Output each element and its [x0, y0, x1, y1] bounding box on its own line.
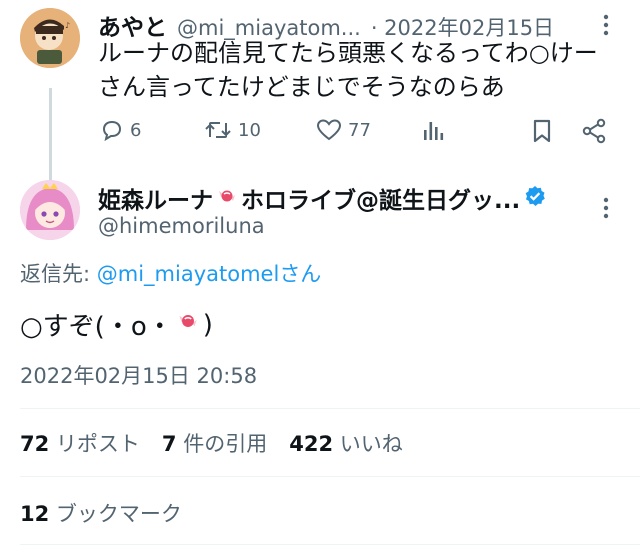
heart-icon — [316, 119, 342, 141]
reposts-label: リポスト — [55, 432, 140, 456]
reply-icon — [102, 120, 122, 142]
quotes-stat[interactable]: 7 件の引用 — [162, 428, 267, 458]
quotes-count: 7 — [161, 432, 177, 456]
main-display-name-part1[interactable]: 姫森ルーナ — [98, 181, 213, 215]
candy-emoji-icon — [175, 308, 201, 341]
main-display-name-part2[interactable]: ホロライブ@誕生日グッ... — [241, 181, 520, 215]
bookmarks-stat[interactable]: 12 ブックマーク — [20, 498, 182, 528]
reply-to-handle-link[interactable]: @mi_miayatomel — [97, 262, 280, 286]
like-count: 77 — [348, 119, 371, 141]
bookmarks-count: 12 — [20, 502, 50, 526]
likes-label: いいね — [339, 432, 403, 456]
parent-tweet-text-line2: さん言ってたけどまじでそうなのらあ — [98, 73, 505, 101]
main-avatar[interactable] — [20, 180, 80, 240]
likes-count: 422 — [289, 432, 334, 456]
divider — [20, 408, 640, 409]
like-button[interactable]: 77 — [316, 118, 371, 142]
parent-tweet-text-line1: ルーナの配信見てたら頭悪くなるってわ○けー — [98, 39, 598, 67]
retweet-icon — [205, 122, 231, 138]
bookmark-button[interactable] — [532, 119, 552, 143]
candy-emoji-icon — [215, 184, 239, 212]
views-button[interactable] — [422, 120, 444, 142]
analytics-icon — [424, 122, 444, 140]
verified-badge-icon — [524, 185, 546, 211]
likes-stat[interactable]: 422 いいね — [289, 428, 403, 458]
divider — [20, 476, 640, 477]
reply-count: 6 — [130, 119, 142, 141]
parent-avatar[interactable]: ♪ — [20, 8, 80, 68]
quotes-label: 件の引用 — [183, 432, 268, 456]
reply-to-prefix: 返信先: — [20, 262, 97, 286]
retweet-count: 10 — [238, 119, 261, 141]
reply-to-line: 返信先: @mi_miayatomelさん — [20, 258, 321, 288]
main-tweet-text-part1: ○すぞ(・o・ — [20, 312, 173, 342]
reposts-stat[interactable]: 72 リポスト — [20, 428, 140, 458]
svg-text:♪: ♪ — [65, 21, 70, 30]
main-tweet-text-part2: ) — [202, 309, 213, 340]
thread-connector-line — [49, 88, 52, 180]
reply-to-suffix: さん — [279, 262, 322, 286]
parent-more-icon[interactable] — [598, 12, 614, 38]
main-more-icon[interactable] — [598, 195, 614, 221]
bookmark-icon — [533, 119, 551, 143]
share-button[interactable] — [582, 118, 606, 144]
bookmarks-label: ブックマーク — [55, 502, 182, 526]
share-icon — [582, 118, 606, 144]
main-handle[interactable]: @himemoriluna — [98, 214, 265, 238]
reposts-count: 72 — [20, 432, 50, 456]
divider — [20, 544, 640, 545]
retweet-button[interactable]: 10 — [204, 118, 261, 142]
tweet-timestamp[interactable]: 2022年02月15日 20:58 — [20, 360, 257, 390]
reply-button[interactable]: 6 — [100, 118, 141, 142]
